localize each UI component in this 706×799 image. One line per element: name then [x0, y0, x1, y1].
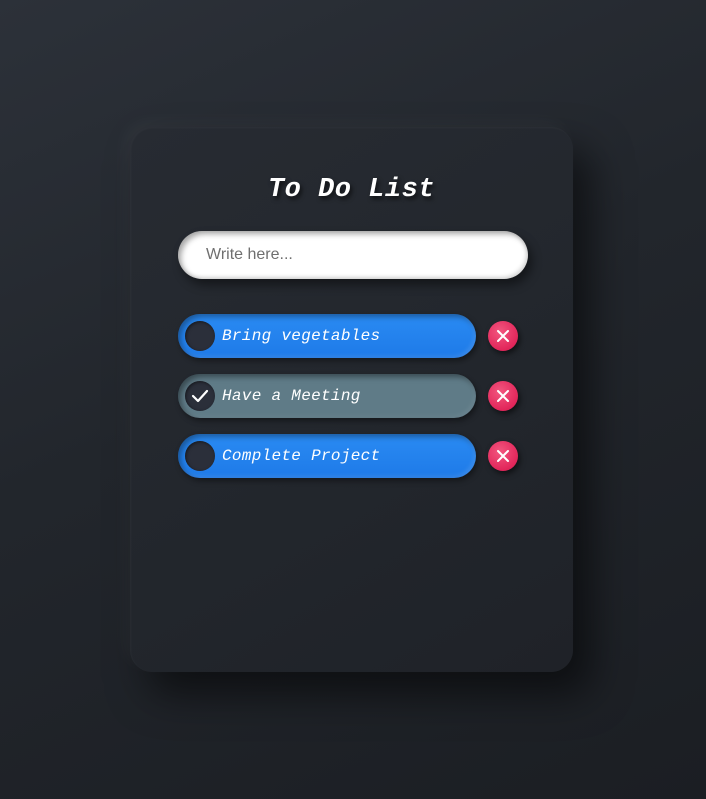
task-label: Bring vegetables — [222, 327, 381, 345]
check-icon — [191, 389, 209, 403]
task-label: Have a Meeting — [222, 387, 361, 405]
task-toggle[interactable]: Have a Meeting — [178, 374, 476, 418]
close-icon — [497, 390, 509, 402]
task-toggle[interactable]: Bring vegetables — [178, 314, 476, 358]
checkbox-unchecked[interactable] — [185, 321, 215, 351]
delete-task-button[interactable] — [488, 381, 518, 411]
delete-task-button[interactable] — [488, 441, 518, 471]
task-label: Complete Project — [222, 447, 381, 465]
task-item: Have a Meeting — [178, 374, 528, 418]
delete-task-button[interactable] — [488, 321, 518, 351]
task-input-container[interactable] — [178, 231, 528, 279]
task-list: Bring vegetables Have a Meeting Complete… — [178, 314, 528, 494]
checkbox-unchecked[interactable] — [185, 441, 215, 471]
task-item: Complete Project — [178, 434, 528, 478]
close-icon — [497, 330, 509, 342]
page-title: To Do List — [267, 175, 436, 205]
close-icon — [497, 450, 509, 462]
task-item: Bring vegetables — [178, 314, 528, 358]
task-toggle[interactable]: Complete Project — [178, 434, 476, 478]
task-input[interactable] — [206, 231, 506, 279]
checkbox-checked[interactable] — [185, 381, 215, 411]
todo-card: To Do List Bring vegetables — [130, 127, 573, 672]
